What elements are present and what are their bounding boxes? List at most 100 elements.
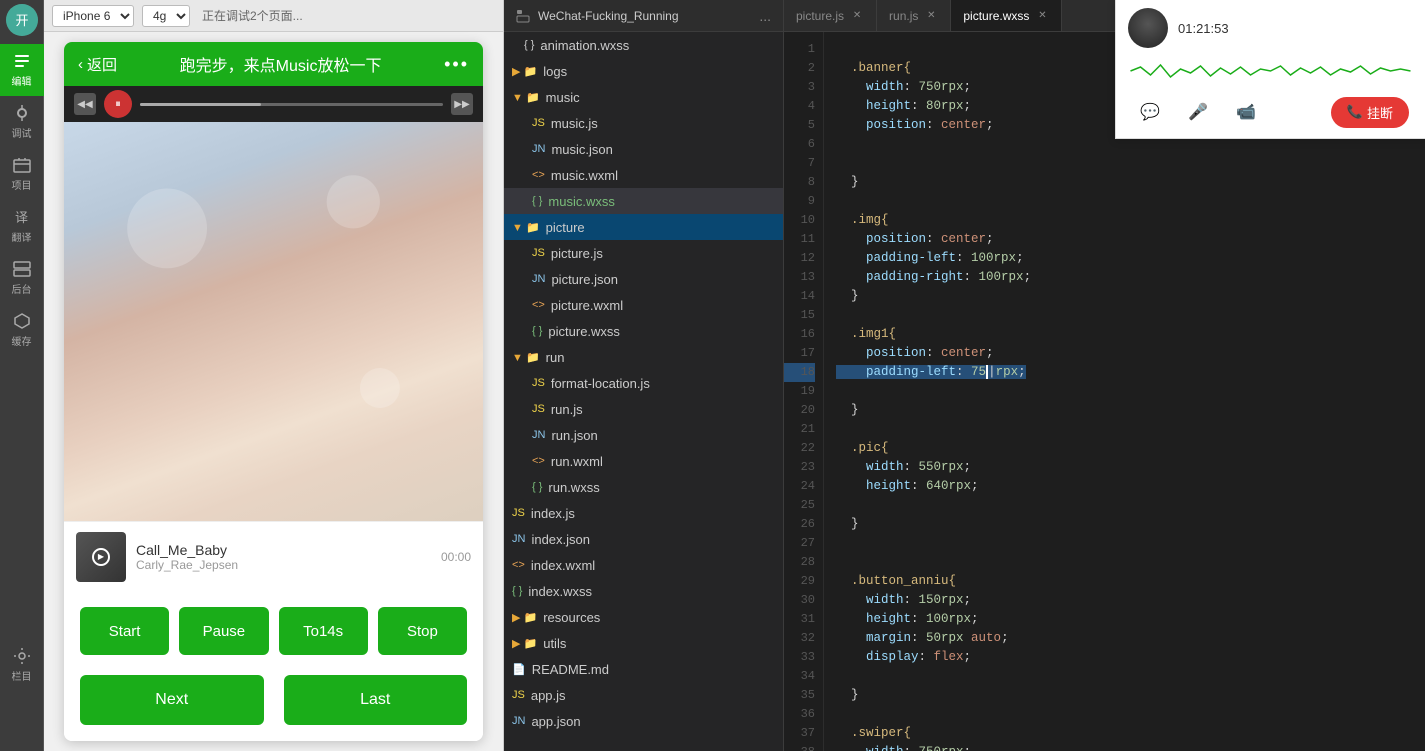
tree-item-index-wxss[interactable]: { } index.wxss bbox=[504, 578, 783, 604]
to14s-button[interactable]: To14s bbox=[279, 607, 368, 655]
next-button[interactable]: Next bbox=[80, 675, 264, 725]
start-button[interactable]: Start bbox=[80, 607, 169, 655]
tree-item-utils[interactable]: ▶ 📁 utils bbox=[504, 630, 783, 656]
stop-button[interactable]: Stop bbox=[378, 607, 467, 655]
device-selector[interactable]: iPhone 6 bbox=[52, 5, 134, 27]
video-button[interactable]: 📹 bbox=[1228, 94, 1264, 130]
file-icon-js-index: JS bbox=[512, 507, 525, 519]
file-label-run-json: run.json bbox=[551, 428, 597, 443]
avatar: 开 bbox=[6, 4, 38, 36]
file-icon-json-run: JN bbox=[532, 429, 545, 441]
music-progress-bar[interactable] bbox=[140, 103, 443, 106]
back-button[interactable]: ‹ 返回 bbox=[78, 54, 117, 75]
tree-item-run-js[interactable]: JS run.js bbox=[504, 396, 783, 422]
svg-text:译: 译 bbox=[15, 210, 28, 225]
tree-item-animation-wxss[interactable]: { } animation.wxss bbox=[504, 32, 783, 58]
sidebar-item-backend[interactable]: 后台 bbox=[0, 252, 44, 304]
tree-item-picture-wxml[interactable]: <> picture.wxml bbox=[504, 292, 783, 318]
sidebar-item-translate[interactable]: 译 翻译 bbox=[0, 200, 44, 252]
tree-item-picture-js[interactable]: JS picture.js bbox=[504, 240, 783, 266]
file-tree-scroll[interactable]: { } animation.wxss ▶ 📁 logs ▼ 📁 music JS… bbox=[504, 32, 783, 751]
more-options-button[interactable]: ••• bbox=[444, 54, 469, 75]
folder-label-run: run bbox=[546, 350, 565, 365]
code-editor: 1234567891011121314151617181920212223242… bbox=[784, 32, 1425, 751]
tree-item-index-wxml[interactable]: <> index.wxml bbox=[504, 552, 783, 578]
tab-close-run-js[interactable]: ✕ bbox=[924, 9, 938, 23]
progress-fill bbox=[140, 103, 261, 106]
sidebar-translate-label: 翻译 bbox=[12, 229, 32, 244]
tree-item-run-wxss[interactable]: { } run.wxss bbox=[504, 474, 783, 500]
file-icon-wxml: <> bbox=[532, 169, 545, 181]
tree-item-resources[interactable]: ▶ 📁 resources bbox=[504, 604, 783, 630]
sidebar-item-debug[interactable]: 调试 bbox=[0, 96, 44, 148]
file-label: animation.wxss bbox=[540, 38, 629, 53]
sim-status: 正在调试2个页面... bbox=[202, 7, 303, 24]
tree-item-index-js[interactable]: JS index.js bbox=[504, 500, 783, 526]
sidebar-edit-label: 编辑 bbox=[12, 73, 32, 88]
file-label-music-json: music.json bbox=[551, 142, 612, 157]
sidebar-item-cache[interactable]: 缓存 bbox=[0, 304, 44, 356]
tab-picture-js[interactable]: picture.js ✕ bbox=[784, 0, 877, 31]
file-tree-title: WeChat-Fucking_Running bbox=[538, 9, 679, 23]
tab-close-picture-wxss[interactable]: ✕ bbox=[1035, 9, 1049, 23]
file-tree-more-icon[interactable]: ... bbox=[759, 8, 771, 24]
hangup-button[interactable]: 📞 挂断 bbox=[1331, 97, 1409, 128]
tree-item-run-wxml[interactable]: <> run.wxml bbox=[504, 448, 783, 474]
play-pause-button[interactable]: ⏸ bbox=[104, 90, 132, 118]
tab-run-js[interactable]: run.js ✕ bbox=[877, 0, 951, 31]
tree-item-readme[interactable]: 📄 README.md bbox=[504, 656, 783, 682]
tree-item-music-wxss[interactable]: { } music.wxss bbox=[504, 188, 783, 214]
tree-item-music-json[interactable]: JN music.json bbox=[504, 136, 783, 162]
sidebar-item-settings[interactable]: 栏目 bbox=[0, 639, 44, 691]
song-title: Call_Me_Baby bbox=[136, 542, 431, 558]
file-label-run-wxss: run.wxss bbox=[548, 480, 599, 495]
song-thumbnail: ▶ bbox=[76, 532, 126, 582]
tree-item-app-js[interactable]: JS app.js bbox=[504, 682, 783, 708]
sidebar-item-edit[interactable]: 编辑 bbox=[0, 44, 44, 96]
tree-item-format-location[interactable]: JS format-location.js bbox=[504, 370, 783, 396]
mute-button[interactable]: 🎤 bbox=[1180, 94, 1216, 130]
prev-track-button[interactable]: ◀◀ bbox=[74, 93, 96, 115]
chat-button[interactable]: 💬 bbox=[1132, 94, 1168, 130]
tree-item-music-js[interactable]: JS music.js bbox=[504, 110, 783, 136]
tree-item-logs[interactable]: ▶ 📁 logs bbox=[504, 58, 783, 84]
tree-item-music[interactable]: ▼ 📁 music bbox=[504, 84, 783, 110]
file-icon-js-format: JS bbox=[532, 377, 545, 389]
tree-item-music-wxml[interactable]: <> music.wxml bbox=[504, 162, 783, 188]
back-chevron-icon: ‹ bbox=[78, 56, 83, 73]
file-icon-wxml-pic: <> bbox=[532, 299, 545, 311]
hangup-label: 挂断 bbox=[1367, 103, 1393, 122]
pause-button[interactable]: Pause bbox=[179, 607, 268, 655]
file-icon-wxss-pic: { } bbox=[532, 325, 542, 337]
sidebar-item-project[interactable]: 项目 bbox=[0, 148, 44, 200]
tree-item-run-json[interactable]: JN run.json bbox=[504, 422, 783, 448]
file-label-index-json: index.json bbox=[531, 532, 590, 547]
tree-item-picture-wxss[interactable]: { } picture.wxss bbox=[504, 318, 783, 344]
file-label-music-wxml: music.wxml bbox=[551, 168, 618, 183]
folder-label-picture: picture bbox=[546, 220, 585, 235]
sidebar-backend-label: 后台 bbox=[12, 281, 32, 296]
file-label-picture-wxss: picture.wxss bbox=[548, 324, 620, 339]
file-label-app-js: app.js bbox=[531, 688, 566, 703]
tree-item-app-json[interactable]: JN app.json bbox=[504, 708, 783, 734]
album-art-image bbox=[64, 122, 483, 521]
file-icon-wxss-run: { } bbox=[532, 481, 542, 493]
tab-picture-wxss[interactable]: picture.wxss ✕ bbox=[951, 0, 1062, 31]
tab-close-picture-js[interactable]: ✕ bbox=[850, 9, 864, 23]
svg-text:开: 开 bbox=[15, 13, 28, 28]
file-label-app-json: app.json bbox=[531, 714, 580, 729]
tree-item-picture[interactable]: ▼ 📁 picture bbox=[504, 214, 783, 240]
next-track-button[interactable]: ▶▶ bbox=[451, 93, 473, 115]
file-icon-json-app: JN bbox=[512, 715, 525, 727]
network-selector[interactable]: 4g bbox=[142, 5, 190, 27]
tree-item-index-json[interactable]: JN index.json bbox=[504, 526, 783, 552]
tree-item-picture-json[interactable]: JN picture.json bbox=[504, 266, 783, 292]
code-content[interactable]: .banner{ width: 750rpx; height: 80rpx; p… bbox=[824, 32, 1425, 751]
last-button[interactable]: Last bbox=[284, 675, 468, 725]
music-bar: ◀◀ ⏸ ▶▶ bbox=[64, 86, 483, 122]
folder-label-resources: resources bbox=[543, 610, 600, 625]
back-label: 返回 bbox=[87, 54, 117, 75]
call-header: 01:21:53 bbox=[1116, 0, 1425, 56]
tree-item-run[interactable]: ▼ 📁 run bbox=[504, 344, 783, 370]
folder-icon-utils: ▶ 📁 bbox=[512, 637, 537, 650]
